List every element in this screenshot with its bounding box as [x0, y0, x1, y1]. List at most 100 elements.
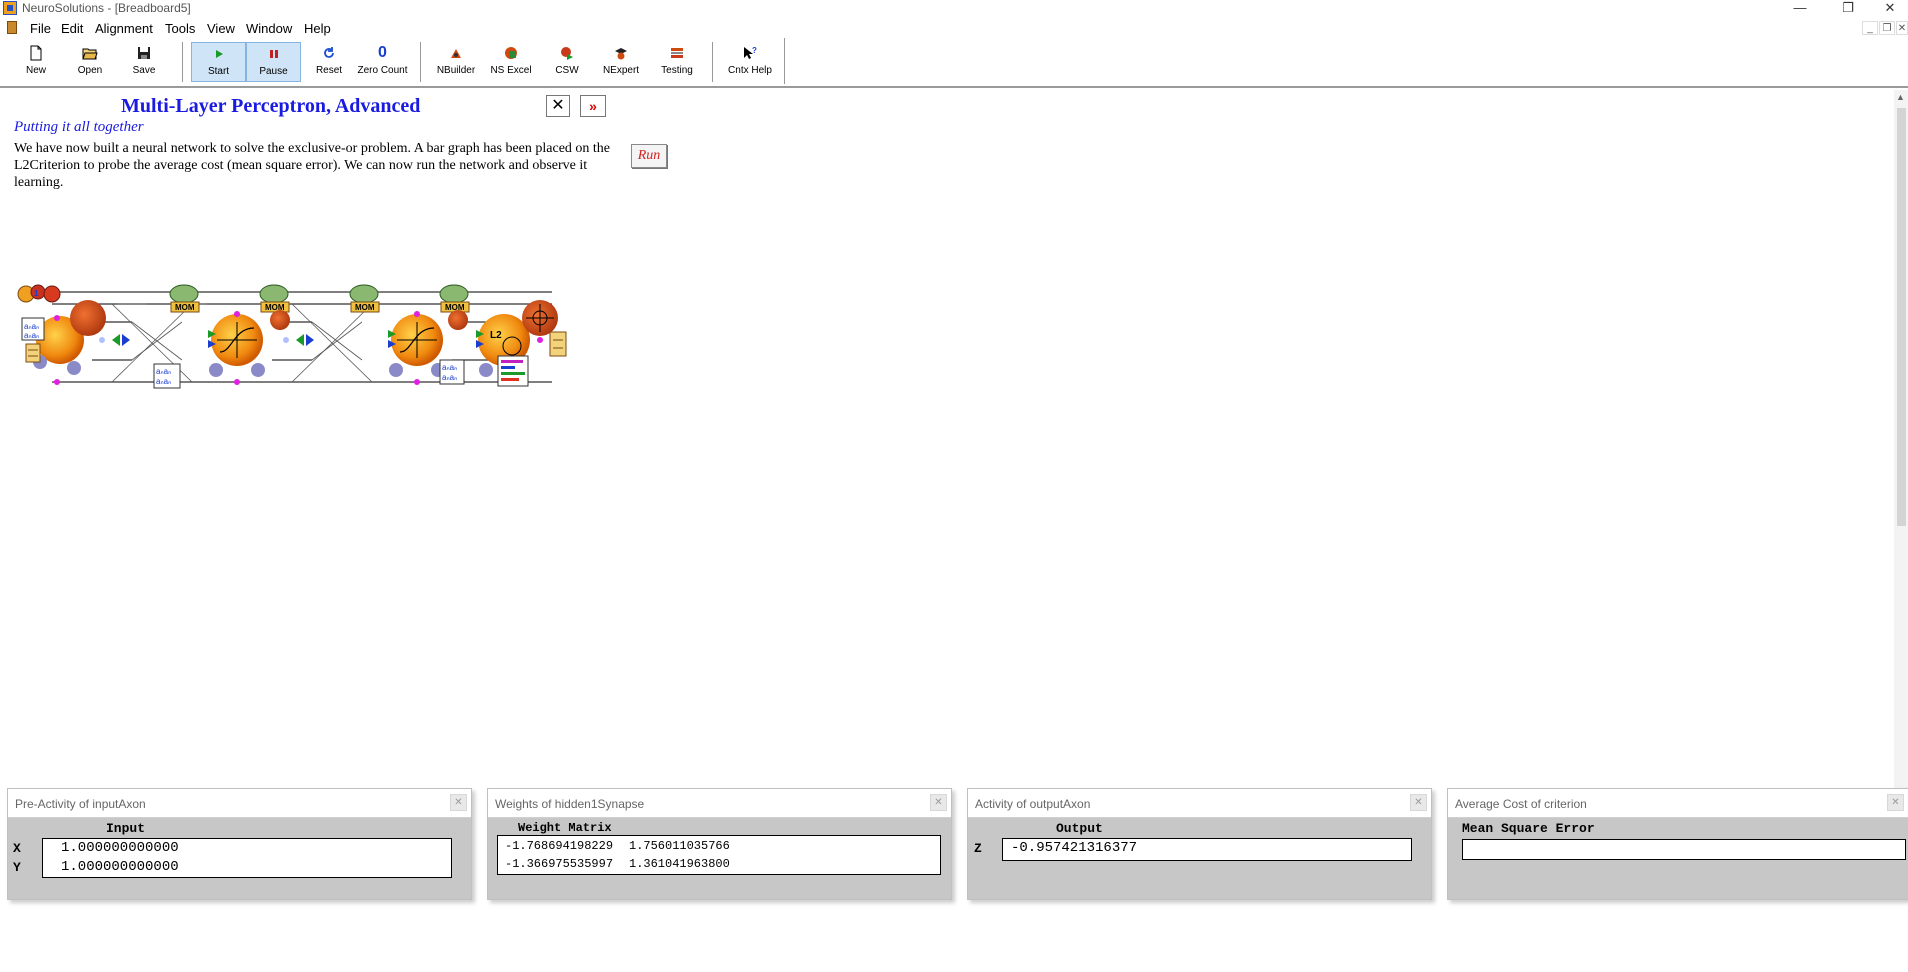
- momentum-2[interactable]: MOM: [259, 284, 290, 330]
- open-folder-icon: [82, 48, 98, 60]
- title-bar: NeuroSolutions - [Breadboard5] — ❐ ✕: [0, 0, 1908, 18]
- probe-close-button[interactable]: ✕: [1410, 794, 1427, 811]
- nexpert-button[interactable]: NExpert: [599, 42, 643, 82]
- svg-text:aₙaₙ: aₙaₙ: [156, 367, 171, 376]
- probe-panel-output[interactable]: Activity of outputAxon ✕ Output Z -0.957…: [967, 788, 1432, 900]
- weight-value: 1.756011035766: [629, 839, 730, 853]
- zero-count-button[interactable]: 0 Zero Count: [355, 42, 410, 82]
- svg-text:aₙaₙ: aₙaₙ: [156, 377, 171, 386]
- svg-text:aₙaₙ: aₙaₙ: [442, 373, 457, 382]
- probe-close-button[interactable]: ✕: [930, 794, 947, 811]
- probe-title-bar[interactable]: Activity of outputAxon ✕: [968, 789, 1431, 818]
- bar-graph-probe-icon[interactable]: [497, 355, 529, 387]
- mom-label: MOM: [355, 303, 375, 312]
- probe-title-bar[interactable]: Pre-Activity of inputAxon ✕: [8, 789, 471, 818]
- window-title: NeuroSolutions - [Breadboard5]: [22, 1, 191, 15]
- scroll-up-arrow-icon[interactable]: ▲: [1896, 92, 1905, 102]
- probe-title: Average Cost of criterion: [1455, 797, 1587, 811]
- save-disk-icon: [138, 47, 150, 59]
- nbuilder-button[interactable]: NBuilder: [431, 42, 481, 82]
- svg-text:?: ?: [752, 46, 757, 55]
- menu-window[interactable]: Window: [246, 21, 292, 37]
- document-subtitle: Putting it all together: [14, 119, 144, 135]
- probe-title-bar[interactable]: Average Cost of criterion ✕: [1448, 789, 1908, 818]
- toolbar-separator: [420, 42, 421, 82]
- ns-excel-icon: [505, 47, 517, 59]
- svg-text:aₙaₙ: aₙaₙ: [442, 363, 457, 372]
- nexpert-icon: [615, 48, 627, 60]
- probe-title: Pre-Activity of inputAxon: [15, 797, 146, 811]
- weight-value: -1.768694198229: [505, 839, 614, 853]
- play-icon: [215, 50, 223, 58]
- probe-value-field: 1.000000000000 1.000000000000: [42, 838, 452, 878]
- output-probe-icon[interactable]: aₙaₙ aₙaₙ: [439, 359, 465, 385]
- probe-close-button[interactable]: ✕: [450, 794, 467, 811]
- restore-button[interactable]: ❐: [1828, 0, 1868, 18]
- document-top-border: [0, 86, 1908, 88]
- l2-label: L2: [490, 330, 502, 341]
- probe-title: Activity of outputAxon: [975, 797, 1091, 811]
- toolbar-separator: [712, 42, 713, 82]
- probe-close-button[interactable]: ✕: [1887, 794, 1904, 811]
- weight-matrix-probe-icon[interactable]: aₙaₙ aₙaₙ: [153, 363, 181, 389]
- mom-label: MOM: [175, 303, 195, 312]
- probe-panel-input[interactable]: Pre-Activity of inputAxon ✕ Input X Y 1.…: [7, 788, 472, 900]
- csw-button[interactable]: CSW: [547, 42, 587, 82]
- nbuilder-icon: [451, 49, 461, 58]
- menu-help[interactable]: Help: [304, 21, 331, 37]
- mdi-minimize-button[interactable]: _: [1862, 21, 1878, 35]
- hidden-axon[interactable]: [208, 314, 265, 377]
- probe-value-field: -0.957421316377: [1002, 838, 1412, 861]
- document-body: We have now built a neural network to so…: [14, 141, 611, 190]
- close-window-button[interactable]: ✕: [1870, 0, 1908, 18]
- control-icon[interactable]: 1: [17, 284, 61, 303]
- next-page-button[interactable]: »: [580, 95, 606, 117]
- reset-button[interactable]: Reset: [309, 42, 349, 82]
- close-document-button[interactable]: ✕: [546, 95, 570, 117]
- context-help-button[interactable]: ? Cntx Help: [722, 42, 778, 82]
- momentum-4[interactable]: MOM: [439, 284, 470, 330]
- probe-title-bar[interactable]: Weights of hidden1Synapse ✕: [488, 789, 951, 818]
- run-button[interactable]: Run: [631, 144, 667, 168]
- menu-view[interactable]: View: [207, 21, 235, 37]
- start-button[interactable]: Start: [191, 42, 246, 82]
- pause-button[interactable]: Pause: [246, 42, 301, 82]
- new-document-icon: [30, 45, 42, 61]
- probe-value: 1.000000000000: [61, 840, 179, 856]
- weight-matrix-field: -1.768694198229 1.756011035766 -1.366975…: [497, 835, 941, 875]
- save-button[interactable]: Save: [122, 42, 166, 82]
- testing-icon: [671, 48, 683, 58]
- document-icon[interactable]: [7, 21, 17, 34]
- probe-column-header: Mean Square Error: [1462, 821, 1595, 836]
- probe-value: -0.957421316377: [1011, 840, 1138, 856]
- open-button[interactable]: Open: [68, 42, 112, 82]
- row-label: Z: [974, 841, 982, 856]
- synapse-1[interactable]: [99, 334, 130, 346]
- csw-icon: [561, 47, 573, 60]
- new-button[interactable]: New: [14, 42, 58, 82]
- menu-alignment[interactable]: Alignment: [95, 21, 153, 37]
- menu-file[interactable]: File: [30, 21, 51, 37]
- testing-button[interactable]: Testing: [654, 42, 700, 82]
- svg-text:aₙaₙ: aₙaₙ: [24, 322, 39, 331]
- menu-edit[interactable]: Edit: [61, 21, 83, 37]
- menu-tools[interactable]: Tools: [165, 21, 195, 37]
- network-breadboard[interactable]: 1 aₙaₙ aₙaₙ aₙaₙ aₙaₙ MOM MOM MOM MOM aₙ…: [12, 282, 577, 394]
- momentum-1[interactable]: MOM: [169, 284, 200, 313]
- reset-icon: [324, 47, 334, 58]
- synapse-2[interactable]: [283, 334, 314, 346]
- document-title: Multi-Layer Perceptron, Advanced: [121, 95, 421, 117]
- probe-panel-average-cost[interactable]: Average Cost of criterion ✕ Mean Square …: [1447, 788, 1908, 900]
- momentum-3[interactable]: MOM: [349, 284, 380, 313]
- svg-text:aₙaₙ: aₙaₙ: [24, 331, 39, 340]
- mdi-close-button[interactable]: ✕: [1896, 21, 1908, 35]
- ns-excel-button[interactable]: NS Excel: [486, 42, 536, 82]
- probe-panel-weights[interactable]: Weights of hidden1Synapse ✕ Weight Matri…: [487, 788, 952, 900]
- mdi-restore-button[interactable]: ❐: [1879, 21, 1895, 35]
- app-icon: [3, 1, 17, 15]
- probe-column-header: Output: [1056, 821, 1103, 836]
- minimize-button[interactable]: —: [1780, 0, 1820, 18]
- weight-value: -1.366975535997: [505, 857, 614, 871]
- scrollbar-thumb[interactable]: [1897, 108, 1906, 526]
- output-axon[interactable]: [388, 314, 445, 377]
